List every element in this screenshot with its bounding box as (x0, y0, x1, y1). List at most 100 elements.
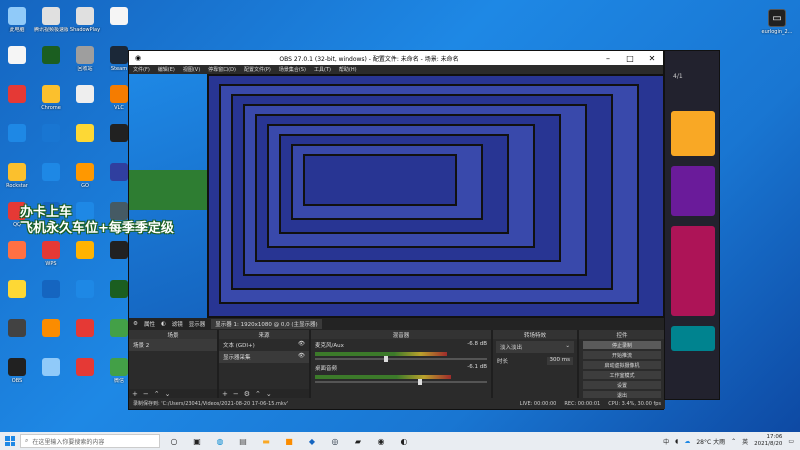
gear-icon[interactable]: ⚙ (244, 390, 250, 398)
menu-item[interactable]: 编辑(E) (158, 66, 175, 73)
chevron-down-icon[interactable]: ⌄ (165, 390, 171, 398)
volume-slider[interactable] (315, 379, 487, 385)
display-select[interactable]: 显示器 1: 1920x1080 @ 0,0 (主显示器) (211, 319, 322, 329)
desktop-icon[interactable]: GO (68, 160, 102, 200)
app-icon-gray[interactable]: ◉ (372, 434, 390, 448)
desktop-icon[interactable]: Rockstar (0, 160, 34, 200)
control-button[interactable]: 启动虚拟摄像机 (583, 361, 661, 369)
menu-item[interactable]: 帮助(H) (339, 66, 357, 73)
app-icon-orange[interactable]: ■ (280, 434, 298, 448)
desktop-icon[interactable]: OBS (0, 355, 34, 395)
edge-icon[interactable]: ◍ (211, 434, 229, 448)
desktop-icon[interactable]: ShadowPlay (68, 4, 102, 44)
obs-icon[interactable]: ◐ (395, 434, 413, 448)
desktop-icon[interactable] (68, 316, 102, 356)
chevron-up-icon[interactable]: ⌃ (731, 438, 736, 445)
desktop-icon[interactable] (34, 43, 68, 83)
desktop-icon[interactable] (34, 160, 68, 200)
eye-icon[interactable]: 👁 (298, 341, 305, 349)
folder-icon[interactable]: ▬ (257, 434, 275, 448)
app-icon (8, 7, 26, 25)
desktop-icon[interactable] (34, 355, 68, 395)
docks: 场景 场景 2 + − ⌃ ⌄ 来源 文本 (GDI+) 👁 显示器采集 👁 +… (129, 330, 665, 399)
control-button[interactable]: 开始推流 (583, 351, 661, 359)
minimize-icon[interactable]: – (597, 54, 619, 63)
desktop-icon[interactable] (68, 277, 102, 317)
steam-icon[interactable]: ◎ (326, 434, 344, 448)
transitions-dock: 转场特效 淡入淡出 ⌄ 时长 300 ms (493, 330, 577, 398)
close-icon[interactable]: ✕ (641, 54, 663, 63)
desktop-icon[interactable] (0, 277, 34, 317)
menu-item[interactable]: 视图(V) (183, 66, 200, 73)
menu-item[interactable]: 停靠窗口(D) (208, 66, 236, 73)
desktop-icon[interactable] (34, 121, 68, 161)
store-icon[interactable]: ▤ (234, 434, 252, 448)
channel-name: 桌面音频 (315, 366, 338, 372)
desktop-icon[interactable]: Chrome (34, 82, 68, 122)
add-icon[interactable]: + (132, 390, 138, 398)
filters-button[interactable]: 滤镜 (172, 320, 183, 328)
obs-window[interactable]: ◉ OBS 27.0.1 (32-bit, windows) - 配置文件: 未… (128, 50, 665, 410)
maximize-icon[interactable]: □ (619, 54, 641, 63)
desktop-icon[interactable] (0, 238, 34, 278)
desktop-icon[interactable]: WPS (34, 238, 68, 278)
properties-button[interactable]: 属性 (144, 320, 155, 328)
scene-item[interactable]: 场景 2 (129, 339, 217, 351)
preview-canvas[interactable] (129, 74, 665, 318)
start-button[interactable] (0, 432, 20, 450)
desktop-icon[interactable] (34, 316, 68, 356)
desktop-icon[interactable] (68, 121, 102, 161)
menu-item[interactable]: 文件(F) (133, 66, 150, 73)
app-icon-dark[interactable]: ▰ (349, 434, 367, 448)
filter-icon[interactable]: ◐ (161, 321, 166, 327)
menu-item[interactable]: 配置文件(P) (244, 66, 271, 73)
remove-icon[interactable]: − (233, 390, 239, 398)
source-item[interactable]: 显示器采集 👁 (219, 351, 309, 363)
task-view-icon[interactable]: ○ (165, 434, 183, 448)
app-icon-blue[interactable]: ◆ (303, 434, 321, 448)
desktop-icon[interactable] (0, 82, 34, 122)
channel-db: -6.1 dB (467, 364, 487, 370)
app-icon (42, 124, 60, 142)
desktop-icon[interactable] (0, 43, 34, 83)
chevron-down-icon[interactable]: ⌄ (266, 390, 272, 398)
clock[interactable]: 17:06 2021/8/20 (754, 434, 782, 448)
desktop-icon[interactable]: 此电脑 (0, 4, 34, 44)
desktop-icon[interactable] (0, 121, 34, 161)
chevron-up-icon[interactable]: ⌃ (154, 390, 160, 398)
volume-slider[interactable] (315, 356, 487, 362)
recording-path: 录制保存到: 'C:/Users/23041/Videos/2021-08-20… (133, 401, 289, 407)
transition-select[interactable]: 淡入淡出 ⌄ (496, 341, 574, 353)
gear-icon[interactable]: ⚙ (133, 321, 138, 327)
weather-text[interactable]: 28°C 大雨 (696, 437, 725, 446)
desktop-icon[interactable]: 腾讯视频极速版 (34, 4, 68, 44)
lang-indicator[interactable]: 英 (742, 437, 748, 446)
desktop-icon[interactable] (0, 316, 34, 356)
duration-input[interactable]: 300 ms (546, 357, 573, 365)
desktop-icon[interactable] (34, 277, 68, 317)
remove-icon[interactable]: − (143, 390, 149, 398)
desktop-icon[interactable] (102, 4, 136, 44)
desktop-icon[interactable] (68, 82, 102, 122)
control-button[interactable]: 工作室模式 (583, 371, 661, 379)
desktop-icon-eurlogin[interactable]: ▭ eurlogin_2... (760, 6, 794, 46)
ime-indicator[interactable]: 中 (663, 437, 669, 446)
speaker-icon[interactable]: ◖ (675, 438, 678, 445)
control-button[interactable]: 设置 (583, 381, 661, 389)
menu-item[interactable]: 场景集合(S) (279, 66, 306, 73)
chevron-up-icon[interactable]: ⌃ (255, 390, 261, 398)
desktop-icon[interactable] (68, 238, 102, 278)
search-box[interactable]: ⌕ 在这里输入你要搜索的内容 (20, 434, 160, 448)
mirror-window[interactable]: 4/1 (664, 50, 720, 400)
desktop-icon[interactable]: 回收站 (68, 43, 102, 83)
menu-item[interactable]: 工具(T) (314, 66, 331, 73)
taskview-icon[interactable]: ▣ (188, 434, 206, 448)
desktop-icon[interactable] (68, 355, 102, 395)
eye-icon[interactable]: 👁 (298, 353, 305, 361)
control-button[interactable]: 停止录制 (583, 341, 661, 349)
mixer-header: 混音器 (311, 330, 491, 339)
add-icon[interactable]: + (222, 390, 228, 398)
app-icon (110, 124, 128, 142)
notification-icon[interactable]: ▭ (788, 438, 794, 445)
source-item[interactable]: 文本 (GDI+) 👁 (219, 339, 309, 351)
